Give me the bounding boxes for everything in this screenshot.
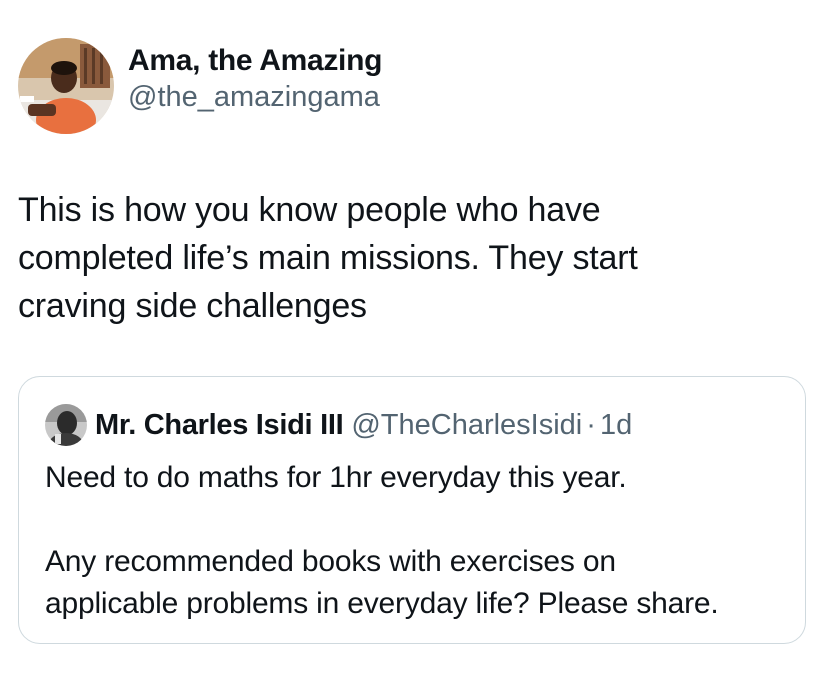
quoted-separator: ·	[586, 408, 596, 441]
quoted-tweet-header: Mr. Charles Isidi III @TheCharlesIsidi ·…	[45, 403, 632, 447]
author-names: Ama, the Amazing @the_amazingama	[128, 43, 382, 115]
quoted-author-avatar	[45, 404, 87, 446]
author-avatar-photo-icon	[18, 38, 114, 134]
quoted-tweet-card[interactable]: Mr. Charles Isidi III @TheCharlesIsidi ·…	[18, 376, 806, 644]
quoted-author-handle: @TheCharlesIsidi	[351, 408, 583, 441]
quoted-timestamp: 1d	[599, 408, 633, 441]
tweet-text: This is how you know people who have com…	[18, 191, 638, 325]
author-display-name[interactable]: Ama, the Amazing	[128, 43, 382, 79]
quoted-tweet-text: Need to do maths for 1hr everyday this y…	[45, 461, 719, 620]
tweet: Ama, the Amazing @the_amazingama This is…	[0, 0, 828, 679]
tweet-author[interactable]: Ama, the Amazing @the_amazingama	[18, 36, 382, 136]
author-avatar[interactable]	[18, 38, 114, 134]
quoted-author-display-name: Mr. Charles Isidi III	[95, 408, 344, 441]
author-handle[interactable]: @the_amazingama	[128, 79, 382, 115]
quoted-author-avatar-photo-icon	[45, 404, 87, 446]
